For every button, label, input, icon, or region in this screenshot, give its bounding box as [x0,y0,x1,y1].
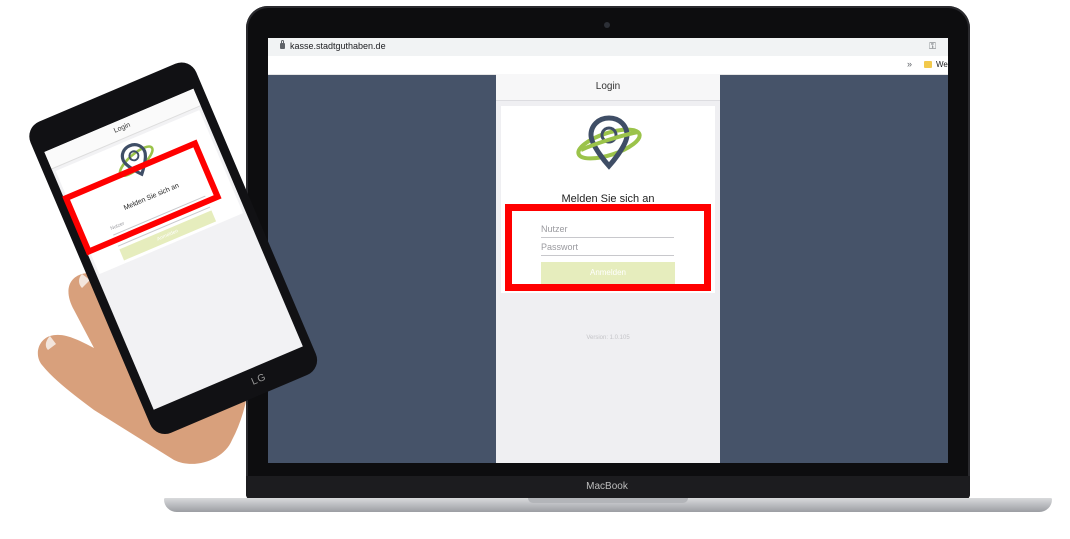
key-icon[interactable]: ⚿ [929,41,936,52]
highlight-box [505,204,711,291]
page-title: Login [496,74,720,101]
bookmarks-more-button[interactable]: » [907,59,912,69]
bookmarks-bar: » Wel [268,56,948,75]
camera-icon [604,22,610,28]
laptop-brand: MacBook [586,481,628,492]
laptop-notch [528,498,688,503]
browser-address-bar[interactable]: kasse.stadtguthaben.de ⚿ [268,38,948,57]
version-text: Version: 1.0.105 [586,335,630,341]
logo-pin-icon [576,115,642,170]
bookmark-folder-label[interactable]: Wel [936,60,948,69]
url-text[interactable]: kasse.stadtguthaben.de [290,41,386,51]
folder-icon[interactable] [924,61,932,68]
lock-icon [280,40,285,49]
